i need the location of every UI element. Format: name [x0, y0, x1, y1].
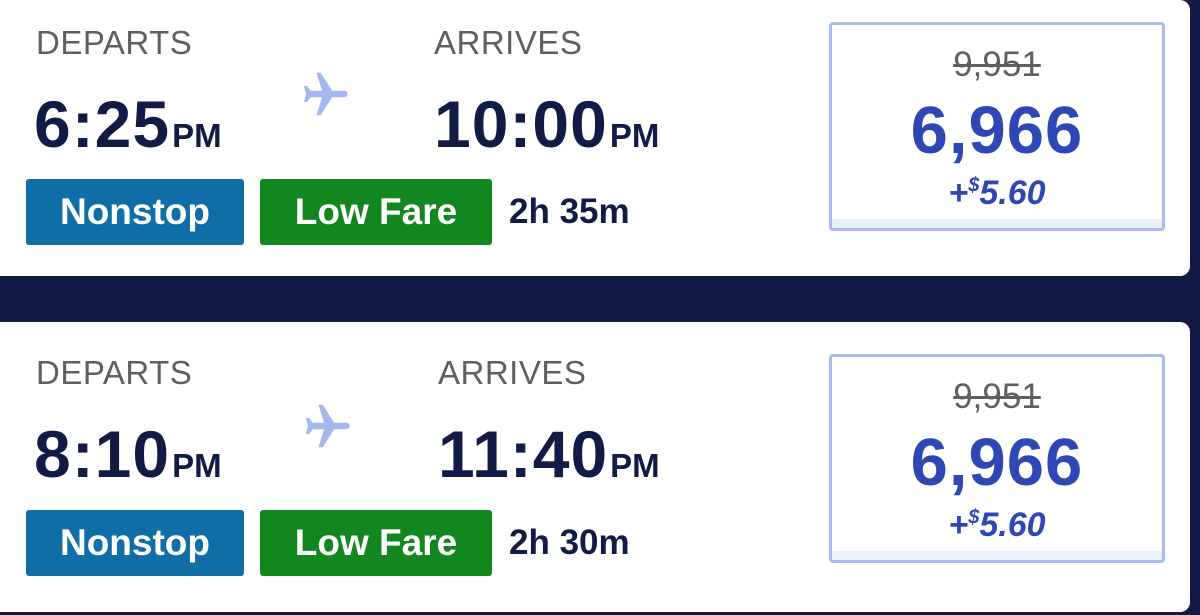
arrives-label: ARRIVES — [438, 354, 587, 391]
fare-select-button[interactable]: 9,951 6,966 +$5.60 — [829, 22, 1165, 231]
departs-ampm: PM — [172, 117, 222, 154]
nonstop-badge: Nonstop — [26, 179, 244, 245]
current-fare: 6,966 — [910, 93, 1084, 168]
arrives-label: ARRIVES — [434, 24, 583, 61]
arrives-ampm: PM — [610, 447, 660, 484]
flight-card[interactable]: DEPARTS 6:25PM ARRIVES 10:00PM Nonstop L… — [0, 0, 1190, 276]
tax-amount: +$5.60 — [832, 174, 1162, 213]
arrives-time-value: 11:40 — [438, 417, 609, 491]
airplane-icon — [303, 72, 348, 116]
arrives-time: 11:40PM — [438, 416, 660, 492]
nonstop-badge: Nonstop — [26, 510, 244, 576]
departs-time: 8:10PM — [34, 416, 222, 492]
departs-ampm: PM — [172, 447, 222, 484]
tax-amount: +$5.60 — [832, 506, 1162, 545]
low-fare-badge: Low Fare — [260, 510, 492, 576]
fare-select-button[interactable]: 9,951 6,966 +$5.60 — [829, 354, 1165, 563]
tax-currency: $ — [968, 506, 980, 529]
tax-prefix: + — [948, 506, 969, 544]
departs-time-value: 6:25 — [34, 87, 171, 161]
tax-prefix: + — [948, 174, 969, 212]
arrives-time-value: 10:00 — [434, 87, 608, 161]
arrives-time: 10:00PM — [434, 86, 659, 162]
current-fare: 6,966 — [910, 425, 1084, 500]
departs-time-value: 8:10 — [34, 417, 171, 491]
arrives-ampm: PM — [609, 117, 660, 154]
flight-card[interactable]: DEPARTS 8:10PM ARRIVES 11:40PM Nonstop L… — [0, 322, 1190, 612]
tax-value: 5.60 — [979, 506, 1046, 544]
low-fare-badge: Low Fare — [260, 179, 492, 245]
departs-time: 6:25PM — [34, 86, 222, 162]
flight-duration: 2h 35m — [509, 192, 630, 231]
departs-label: DEPARTS — [36, 354, 193, 391]
flight-duration: 2h 30m — [509, 523, 630, 562]
departs-label: DEPARTS — [36, 24, 193, 61]
airplane-icon — [305, 404, 350, 448]
fare-box-strip — [832, 219, 1162, 228]
tax-value: 5.60 — [979, 174, 1046, 212]
fare-box-strip — [832, 551, 1162, 560]
tax-currency: $ — [968, 174, 980, 197]
original-fare: 9,951 — [953, 45, 1041, 84]
original-fare: 9,951 — [953, 377, 1041, 416]
